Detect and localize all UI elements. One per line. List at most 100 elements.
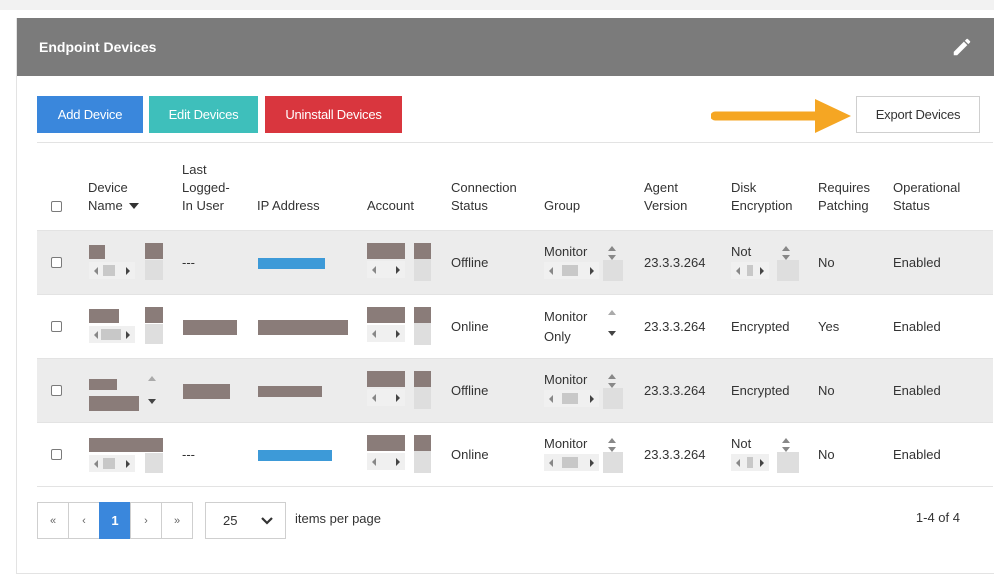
col-conn-line2: Status <box>451 198 488 213</box>
group-cell: Monitor <box>544 372 588 387</box>
export-devices-button[interactable]: Export Devices <box>856 96 980 133</box>
agent-version-cell: 23.3.3.264 <box>644 318 706 334</box>
col-device-name-line2: Name <box>88 198 123 213</box>
device-name-scrollbar[interactable] <box>89 262 135 279</box>
group-scrollbar[interactable] <box>544 262 599 279</box>
prev-page-button[interactable]: ‹ <box>68 502 100 539</box>
col-last-user-line2: Logged- <box>182 180 230 195</box>
device-name-scrollbar[interactable] <box>89 326 135 343</box>
row-checkbox[interactable] <box>51 257 62 268</box>
row-checkbox[interactable] <box>51 321 62 332</box>
col-last-user-line1: Last <box>182 162 207 177</box>
next-page-button[interactable]: › <box>130 502 162 539</box>
col-patch-line1: Requires <box>818 180 871 195</box>
disk-encryption-cell: Encrypted <box>731 318 790 334</box>
col-disk-line1: Disk <box>731 180 757 195</box>
row-checkbox[interactable] <box>51 449 62 460</box>
col-op-line1: Operational <box>893 180 961 195</box>
table-row[interactable]: --- Online Monitor 23.3.3.264 Not No Ena… <box>37 423 993 487</box>
scroll-corner <box>603 260 623 281</box>
scroll-corner <box>145 324 163 344</box>
col-last-user-line3: In User <box>182 198 224 213</box>
patching-cell: No <box>818 254 835 270</box>
account-scrollbar[interactable] <box>367 261 405 278</box>
table-row[interactable]: --- Offline Monitor 23.3.3.264 Not No En… <box>37 231 993 295</box>
items-per-page-label: items per page <box>295 511 381 526</box>
last-user-cell: --- <box>182 446 195 462</box>
edit-devices-button[interactable]: Edit Devices <box>149 96 258 133</box>
account-scrollbar[interactable] <box>367 453 405 470</box>
table-row[interactable]: Online Monitor Only 23.3.3.264 Encrypted… <box>37 295 993 359</box>
endpoint-devices-panel: Endpoint Devices Add Device Edit Devices… <box>16 18 994 574</box>
scroll-corner <box>145 453 163 473</box>
arrow-annotation-icon <box>711 99 851 133</box>
col-disk-line2: Encryption <box>731 198 793 213</box>
col-device-name[interactable]: Device Name <box>88 179 140 215</box>
add-device-button[interactable]: Add Device <box>37 96 143 133</box>
redacted-device-name <box>89 438 163 452</box>
col-agent-line1: Agent <box>644 180 678 195</box>
agent-version-cell: 23.3.3.264 <box>644 254 706 270</box>
agent-version-cell: 23.3.3.264 <box>644 446 706 462</box>
redacted-ip-address <box>258 386 322 397</box>
patching-cell: No <box>818 446 835 462</box>
disk-encryption-cell: Not <box>731 436 752 451</box>
col-last-user: Last Logged- In User <box>182 161 230 215</box>
redacted-device-name <box>89 396 139 411</box>
disk-encryption-cell: Not <box>731 244 752 259</box>
select-all-checkbox[interactable] <box>51 201 62 212</box>
scroll-corner <box>414 387 431 409</box>
group-scrollbar[interactable] <box>544 390 599 407</box>
panel-header: Endpoint Devices <box>17 18 994 76</box>
scroll-corner <box>414 323 431 345</box>
group-cell-line2: Only <box>544 329 571 344</box>
scroll-corner <box>414 451 431 473</box>
scroll-corner <box>145 260 163 280</box>
col-disk-encryption: Disk Encryption <box>731 179 792 215</box>
first-page-button[interactable]: « <box>37 502 69 539</box>
panel-title: Endpoint Devices <box>39 39 157 55</box>
chevron-down-icon <box>261 517 273 525</box>
table-header: Device Name Last Logged- In User IP Addr… <box>37 142 993 231</box>
pagination: « ‹ 1 › » <box>37 502 193 539</box>
device-name-scrollbar[interactable] <box>89 455 135 472</box>
last-user-cell: --- <box>182 254 195 270</box>
operational-status-cell: Enabled <box>893 318 941 334</box>
col-op-line2: Status <box>893 198 930 213</box>
ip-address-redacted <box>258 450 332 461</box>
device-name-spinner[interactable] <box>147 375 157 409</box>
redacted-device-name <box>145 243 163 259</box>
group-scrollbar[interactable] <box>544 454 599 471</box>
redacted-last-user <box>183 384 230 399</box>
page-1-button[interactable]: 1 <box>99 502 131 539</box>
group-cell: Monitor <box>544 244 588 259</box>
uninstall-devices-button[interactable]: Uninstall Devices <box>265 96 402 133</box>
redacted-account <box>367 243 405 259</box>
col-conn-line1: Connection <box>451 180 517 195</box>
group-cell-line1: Monitor <box>544 309 588 324</box>
connection-status-cell: Offline <box>451 254 489 270</box>
account-scrollbar[interactable] <box>367 325 405 342</box>
disk-scrollbar[interactable] <box>731 262 769 279</box>
disk-encryption-cell: Encrypted <box>731 382 790 398</box>
scroll-corner <box>603 452 623 473</box>
disk-scrollbar[interactable] <box>731 454 769 471</box>
patching-cell: Yes <box>818 318 840 334</box>
col-group: Group <box>544 198 581 213</box>
scroll-corner <box>414 259 431 281</box>
group-spinner[interactable] <box>607 309 617 339</box>
connection-status-cell: Online <box>451 318 489 334</box>
table-row[interactable]: Offline Monitor 23.3.3.264 Encrypted No … <box>37 359 993 423</box>
redacted-account <box>414 243 431 259</box>
row-checkbox[interactable] <box>51 385 62 396</box>
account-scrollbar[interactable] <box>367 389 405 406</box>
pencil-icon[interactable] <box>951 36 973 58</box>
col-connection-status: Connection Status <box>451 179 517 215</box>
scroll-corner <box>777 452 799 473</box>
operational-status-cell: Enabled <box>893 254 941 270</box>
redacted-device-name <box>89 309 119 323</box>
last-page-button[interactable]: » <box>161 502 193 539</box>
connection-status-cell: Online <box>451 446 489 462</box>
redacted-account <box>414 371 431 387</box>
items-per-page-select[interactable]: 25 <box>205 502 286 539</box>
